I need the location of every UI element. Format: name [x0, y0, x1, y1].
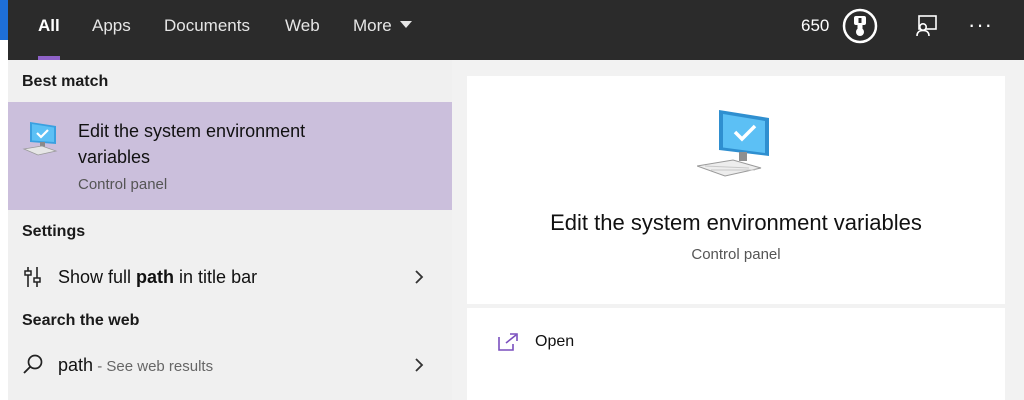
tab-all[interactable]: All [38, 0, 60, 60]
section-heading-settings: Settings [22, 223, 86, 240]
tab-more[interactable]: More [353, 0, 412, 60]
settings-result[interactable]: Show full path in title bar [8, 255, 452, 299]
chevron-down-icon [399, 21, 412, 29]
computer-checkmark-icon [697, 110, 769, 177]
open-external-icon [498, 333, 518, 351]
best-match-subtitle: Control panel [78, 176, 168, 193]
settings-result-post: in title bar [174, 267, 258, 287]
chevron-right-icon[interactable] [412, 267, 426, 287]
best-match-result[interactable]: Edit the system environment variables Co… [8, 102, 452, 210]
preview-actions: Open [467, 308, 1005, 400]
chevron-right-icon[interactable] [412, 355, 426, 375]
open-action-label: Open [535, 333, 575, 350]
web-search-label: path - See web results [58, 343, 213, 389]
best-match-title: Edit the system environment variables [78, 121, 306, 167]
settings-result-match: path [136, 267, 175, 287]
section-heading-best-match: Best match [22, 73, 109, 90]
search-header: All Apps Documents Web More 650 ··· [8, 0, 1024, 60]
web-search-hint: - See web results [93, 358, 214, 375]
rewards-medal-icon[interactable] [841, 7, 879, 45]
settings-sliders-icon [24, 267, 41, 287]
preview-card: Edit the system environment variables Co… [467, 76, 1005, 304]
tab-web[interactable]: Web [285, 0, 320, 60]
more-options-icon[interactable]: ··· [968, 0, 993, 50]
preview-title: Edit the system environment variables [550, 210, 922, 235]
rewards-points: 650 [801, 16, 830, 35]
tab-more-label: More [353, 16, 392, 35]
settings-result-pre: Show full [58, 267, 137, 287]
settings-result-label: Show full path in title bar [58, 255, 257, 299]
web-search-query: path [58, 355, 94, 375]
preview-subtitle: Control panel [691, 246, 781, 263]
open-action[interactable]: Open [467, 318, 1005, 366]
feedback-icon[interactable] [914, 14, 938, 38]
tab-apps[interactable]: Apps [92, 0, 131, 60]
web-search-result[interactable]: path - See web results [8, 343, 452, 387]
section-heading-search-web: Search the web [22, 312, 140, 329]
preview-panel: Edit the system environment variables Co… [452, 60, 1024, 400]
search-icon [23, 354, 43, 374]
tab-documents[interactable]: Documents [164, 0, 250, 60]
computer-checkmark-icon [22, 122, 58, 156]
background-window-edge [0, 0, 8, 400]
results-panel: Best match Edit the system environment v… [8, 60, 452, 400]
